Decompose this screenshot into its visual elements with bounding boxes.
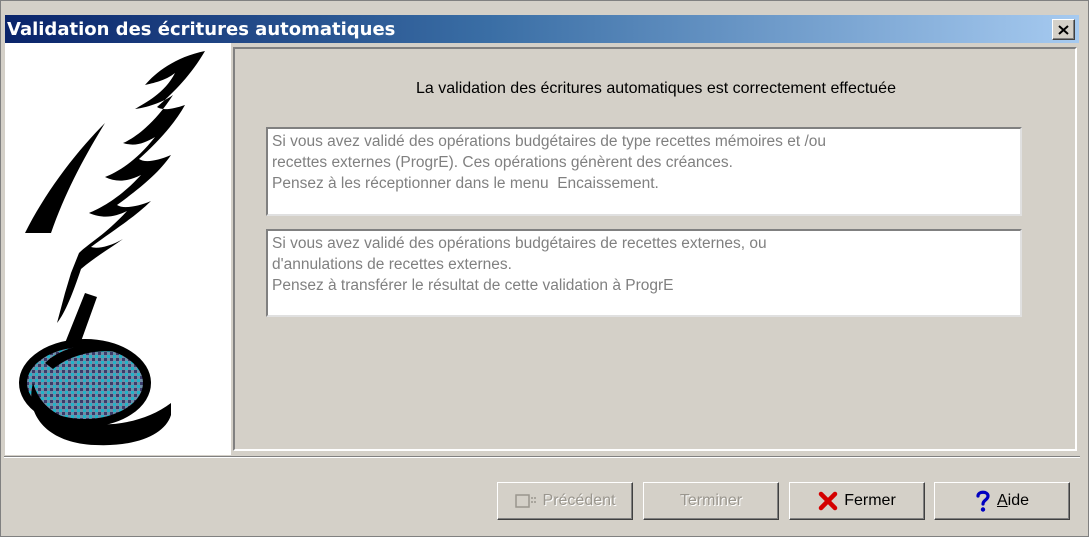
previous-icon — [514, 493, 537, 509]
help-label-rest: ide — [1007, 492, 1030, 509]
quill-inkwell-icon — [19, 51, 205, 446]
previous-label: Précédent — [542, 492, 616, 509]
receivables-message-line-3: Pensez à les réceptionner dans le menu E… — [272, 175, 659, 192]
progre-message-line-3: Pensez à transférer le résultat de cette… — [272, 277, 674, 294]
progre-message-line-2: d'annulations de recettes externes. — [272, 256, 512, 273]
close-icon — [1058, 21, 1069, 39]
help-label: Aide — [997, 492, 1029, 510]
close-label: Fermer — [844, 492, 896, 509]
help-label-accelerator: A — [996, 492, 1008, 509]
progre-message-line-1: Si vous avez validé des opérations budgé… — [272, 235, 767, 252]
window-title: Validation des écritures automatiques — [7, 18, 396, 40]
red-x-icon — [818, 491, 838, 511]
question-icon — [975, 489, 991, 513]
receivables-message-box: Si vous avez validé des opérations budgé… — [266, 127, 1022, 216]
finish-button[interactable]: Terminer — [643, 482, 779, 520]
result-headline: La validation des écritures automatiques… — [416, 80, 896, 97]
illustration-panel — [5, 43, 231, 455]
progre-transfer-message-box: Si vous avez validé des opérations budgé… — [266, 229, 1022, 317]
footer-separator — [4, 456, 1080, 458]
close-button[interactable]: Fermer — [789, 482, 925, 520]
finish-label: Terminer — [679, 492, 743, 509]
receivables-message-line-1: Si vous avez validé des opérations budgé… — [272, 133, 827, 150]
receivables-message-line-2: recettes externes (ProgrE). Ces opératio… — [272, 154, 733, 171]
title-bar: Validation des écritures automatiques — [5, 15, 1079, 43]
help-button[interactable]: Aide — [934, 482, 1070, 520]
previous-button[interactable]: Précédent — [497, 482, 633, 520]
close-window-button[interactable] — [1052, 19, 1075, 40]
